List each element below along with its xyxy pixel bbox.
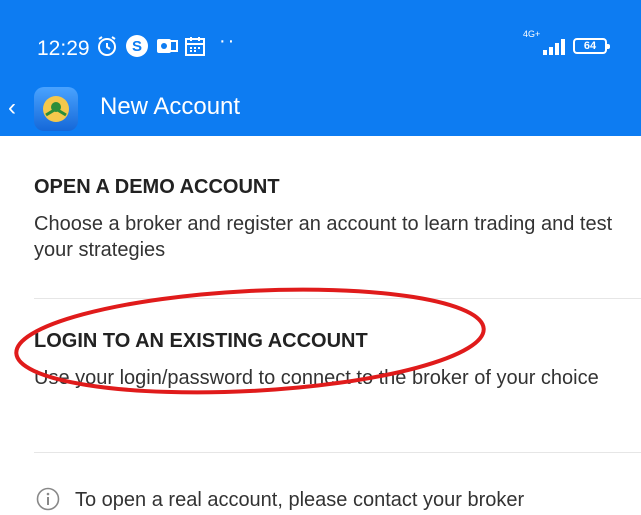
- real-account-info: To open a real account, please contact y…: [75, 489, 525, 511]
- signal-icon: [543, 39, 565, 55]
- back-button[interactable]: ‹: [8, 94, 16, 122]
- existing-account-description: Use your login/password to connect to th…: [34, 367, 599, 389]
- skype-icon: S: [126, 35, 148, 57]
- status-time: 12:29: [37, 37, 90, 60]
- info-icon: [36, 487, 60, 511]
- demo-account-description: Choose a broker and register an account …: [34, 213, 613, 261]
- battery-icon: 64: [573, 38, 610, 54]
- outlook-icon: [157, 39, 178, 53]
- app-bar: ‹ New Account: [0, 80, 641, 136]
- divider: [34, 452, 641, 453]
- alarm-icon: [98, 36, 116, 56]
- divider: [34, 298, 641, 299]
- app-logo-icon[interactable]: [34, 87, 78, 131]
- existing-account-heading: LOGIN TO AN EXISTING ACCOUNT: [34, 330, 368, 352]
- demo-account-heading: OPEN A DEMO ACCOUNT: [34, 176, 280, 198]
- existing-account-option[interactable]: LOGIN TO AN EXISTING ACCOUNT Use your lo…: [34, 330, 624, 391]
- status-bar: 12:29 S ·· 4G+ 64: [0, 0, 641, 80]
- page-title: New Account: [100, 93, 241, 120]
- svg-text:S: S: [132, 38, 142, 55]
- more-notifications-icon: ··: [219, 30, 237, 52]
- demo-account-option[interactable]: OPEN A DEMO ACCOUNT Choose a broker and …: [34, 176, 624, 263]
- calendar-icon: [185, 37, 205, 56]
- network-type: 4G+: [523, 29, 541, 39]
